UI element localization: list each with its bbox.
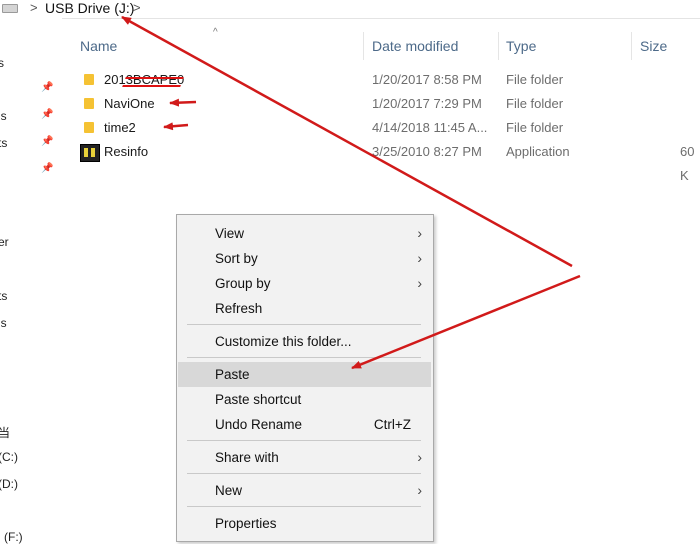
file-date: 1/20/2017 8:58 PM xyxy=(372,72,482,87)
menu-item-undo-rename[interactable]: Undo Rename Ctrl+Z xyxy=(178,412,431,437)
file-row[interactable]: time2 4/14/2018 11:45 A... File folder xyxy=(78,116,700,140)
menu-separator xyxy=(187,440,421,441)
menu-item-paste-shortcut[interactable]: Paste shortcut xyxy=(178,387,431,412)
file-date: 3/25/2010 8:27 PM xyxy=(372,144,482,159)
address-bar[interactable]: > USB Drive (J:) > xyxy=(0,0,700,19)
column-header-type[interactable]: Type xyxy=(506,32,536,60)
folder-icon xyxy=(84,122,94,133)
menu-item-label: Undo Rename xyxy=(215,417,303,432)
menu-item-customize-folder[interactable]: Customize this folder... xyxy=(178,329,431,354)
column-header-size[interactable]: Size xyxy=(640,32,667,60)
sort-ascending-icon: ^ xyxy=(213,27,218,38)
file-size: 60 K xyxy=(680,144,695,183)
column-divider[interactable] xyxy=(631,32,632,60)
menu-item-label: Customize this folder... xyxy=(215,334,352,349)
menu-item-view[interactable]: View › xyxy=(178,221,431,246)
nav-item-drive-c[interactable]: (C:) xyxy=(0,450,18,464)
file-type: Application xyxy=(506,144,570,159)
redaction-scribble xyxy=(122,77,184,87)
menu-separator xyxy=(187,357,421,358)
file-type: File folder xyxy=(506,72,564,87)
file-date: 1/20/2017 7:29 PM xyxy=(372,96,482,111)
menu-item-label: Group by xyxy=(215,276,271,291)
folder-icon xyxy=(84,98,94,109)
column-header-date[interactable]: Date modified xyxy=(372,32,458,60)
pin-icon: 📌 xyxy=(41,163,54,174)
nav-item[interactable]: ts xyxy=(0,289,7,303)
menu-item-label: Properties xyxy=(215,516,277,531)
file-name: time2 xyxy=(104,120,136,135)
file-date: 4/14/2018 11:45 A... xyxy=(372,120,488,135)
file-name: Resinfo xyxy=(104,144,149,159)
menu-item-label: Paste shortcut xyxy=(215,392,302,407)
menu-item-label: Paste xyxy=(215,367,250,382)
file-type: File folder xyxy=(506,96,564,111)
column-header-name[interactable]: Name xyxy=(80,32,117,60)
submenu-arrow-icon: › xyxy=(417,275,422,291)
application-icon xyxy=(80,144,100,162)
drive-icon xyxy=(2,4,18,13)
breadcrumb-chevron-icon[interactable]: > xyxy=(30,0,38,16)
menu-item-shortcut: Ctrl+Z xyxy=(373,417,411,432)
menu-item-share-with[interactable]: Share with › xyxy=(178,445,431,470)
menu-item-paste[interactable]: Paste xyxy=(178,362,431,387)
file-name: NaviOne xyxy=(104,96,155,111)
menu-separator xyxy=(187,473,421,474)
nav-item[interactable]: s xyxy=(0,56,4,70)
breadcrumb-chevron-icon[interactable]: > xyxy=(133,0,141,16)
menu-item-label: New xyxy=(215,483,243,498)
nav-item[interactable]: 当 xyxy=(0,424,10,441)
menu-item-label: View xyxy=(215,226,245,241)
file-row[interactable]: Resinfo 3/25/2010 8:27 PM Application 60… xyxy=(78,140,700,183)
submenu-arrow-icon: › xyxy=(417,449,422,465)
menu-item-sort-by[interactable]: Sort by › xyxy=(178,246,431,271)
submenu-arrow-icon: › xyxy=(417,225,422,241)
menu-item-refresh[interactable]: Refresh xyxy=(178,296,431,321)
submenu-arrow-icon: › xyxy=(417,482,422,498)
navigation-pane: s 📌 ls 📌 ts 📌 📌 er ts ls 当 (C:) (D:) l (… xyxy=(0,18,62,544)
file-type: File folder xyxy=(506,120,564,135)
menu-item-label: Share with xyxy=(215,450,279,465)
breadcrumb-usb-drive[interactable]: USB Drive (J:) xyxy=(45,0,134,16)
file-row[interactable]: 2013BCAPE0 1/20/2017 8:58 PM File folder xyxy=(78,68,700,92)
menu-item-label: Refresh xyxy=(215,301,263,316)
file-row[interactable]: NaviOne 1/20/2017 7:29 PM File folder xyxy=(78,92,700,116)
menu-item-new[interactable]: New › xyxy=(178,478,431,503)
nav-item-drive-f[interactable]: l (F:) xyxy=(0,530,23,544)
nav-item-drive-d[interactable]: (D:) xyxy=(0,477,18,491)
menu-separator xyxy=(187,506,421,507)
context-menu: View › Sort by › Group by › Refresh Cust… xyxy=(176,214,434,542)
menu-item-properties[interactable]: Properties xyxy=(178,511,431,536)
folder-icon xyxy=(84,74,94,85)
column-divider[interactable] xyxy=(498,32,499,60)
menu-item-group-by[interactable]: Group by › xyxy=(178,271,431,296)
pin-icon: 📌 xyxy=(41,109,54,120)
column-divider[interactable] xyxy=(363,32,364,60)
nav-item[interactable]: ls xyxy=(0,109,7,123)
pin-icon: 📌 xyxy=(41,82,54,93)
pin-icon: 📌 xyxy=(41,136,54,147)
submenu-arrow-icon: › xyxy=(417,250,422,266)
nav-item[interactable]: ts xyxy=(0,136,7,150)
nav-item[interactable]: er xyxy=(0,235,9,249)
menu-separator xyxy=(187,324,421,325)
nav-item[interactable]: ls xyxy=(0,316,7,330)
menu-item-label: Sort by xyxy=(215,251,258,266)
